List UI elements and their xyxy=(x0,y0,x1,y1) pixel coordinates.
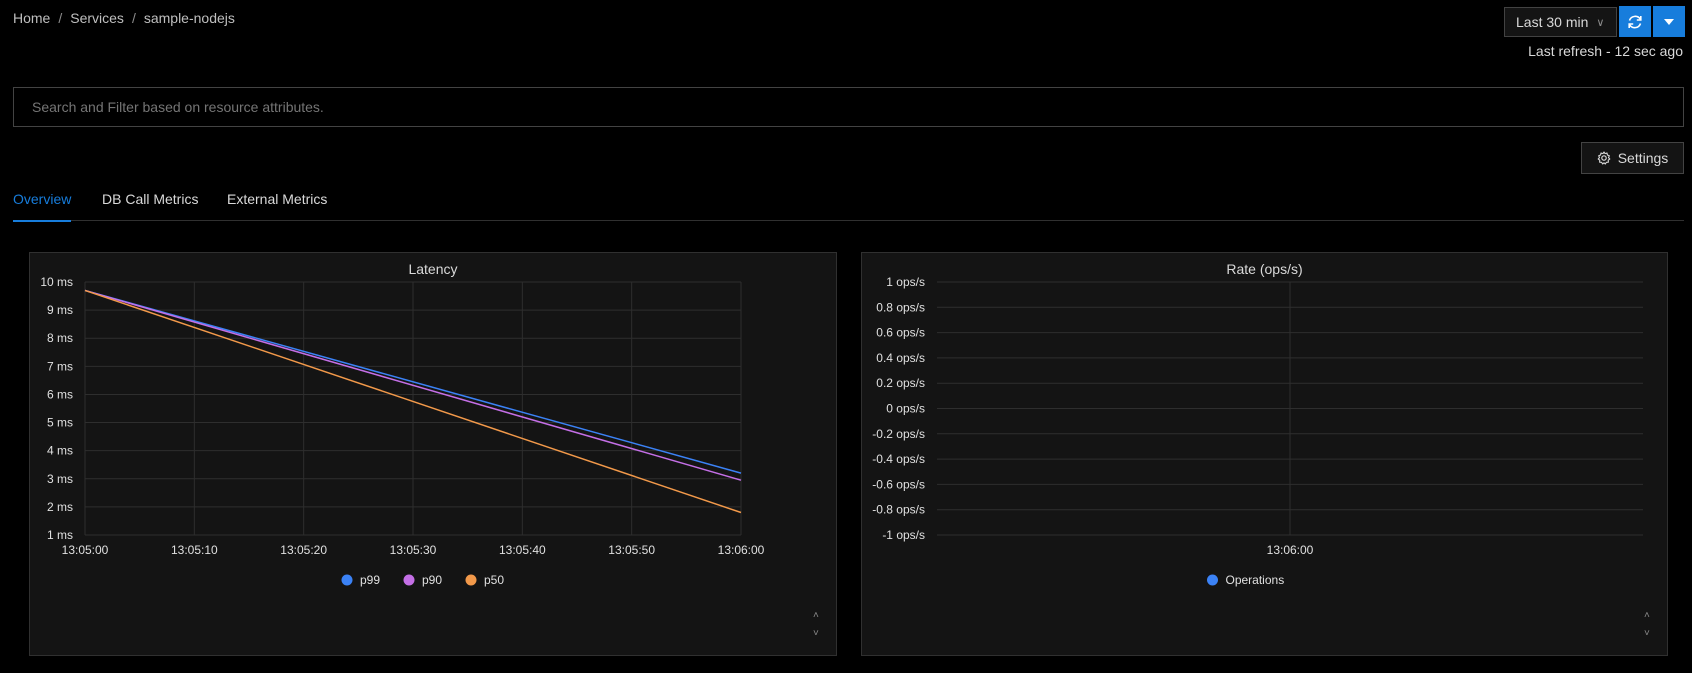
refresh-icon xyxy=(1628,15,1642,28)
breadcrumb-services[interactable]: Services xyxy=(70,10,124,26)
y-tick-label: 5 ms xyxy=(47,416,73,430)
latency-chart: 10 ms 9 ms 8 ms 7 ms 6 ms 5 ms 4 ms 3 ms 2 ms 1 m… xyxy=(40,275,765,587)
y-tick-label: 2 ms xyxy=(47,500,73,514)
legend-marker-p50 xyxy=(465,574,477,586)
chevron-down-icon: ∨ xyxy=(1596,16,1605,29)
latency-panel: Latency 10 ms 9 ms 8 ms 7 ms 6 ms 5 ms 4 ms 3 m… xyxy=(29,252,837,656)
y-tick-label: 0.2 ops/s xyxy=(876,376,925,390)
x-tick-label: 13:05:10 xyxy=(171,543,218,557)
gear-icon xyxy=(1597,151,1611,165)
rate-panel: Rate (ops/s) 1 ops/s 0.8 ops/s 0.6 ops/s 0.… xyxy=(861,252,1668,656)
y-tick-label: -0.6 ops/s xyxy=(872,477,925,491)
y-tick-label: 4 ms xyxy=(47,444,73,458)
y-tick-label: 1 ops/s xyxy=(886,275,925,289)
y-tick-label: 1 ms xyxy=(47,528,73,542)
legend-marker-p90 xyxy=(403,574,415,586)
refresh-options-button[interactable] xyxy=(1653,6,1685,37)
legend-label-p50: p50 xyxy=(484,573,504,587)
y-tick-label: 3 ms xyxy=(47,472,73,486)
x-tick-label: 13:05:40 xyxy=(499,543,546,557)
tab-db-call-metrics[interactable]: DB Call Metrics xyxy=(102,188,198,220)
time-range-select[interactable]: Last 30 min ∨ xyxy=(1504,7,1617,37)
breadcrumb-home[interactable]: Home xyxy=(13,10,50,26)
y-tick-label: 9 ms xyxy=(47,303,73,317)
x-tick-label: 13:06:00 xyxy=(718,543,765,557)
y-tick-label: -0.2 ops/s xyxy=(872,427,925,441)
rate-chart: 1 ops/s 0.8 ops/s 0.6 ops/s 0.4 ops/s 0.2 op… xyxy=(872,275,1643,587)
tab-external-metrics[interactable]: External Metrics xyxy=(227,188,327,220)
breadcrumb-current: sample-nodejs xyxy=(143,10,235,26)
x-tick-label: 13:06:00 xyxy=(1267,543,1314,557)
refresh-button[interactable] xyxy=(1619,6,1651,37)
x-tick-label: 13:05:30 xyxy=(390,543,437,557)
y-tick-label: 6 ms xyxy=(47,387,73,401)
search-input[interactable] xyxy=(13,87,1684,127)
y-tick-label: -0.8 ops/s xyxy=(872,503,925,517)
legend-scroll-arrows[interactable]: ˄ ˅ xyxy=(1644,607,1650,643)
settings-label: Settings xyxy=(1617,150,1669,166)
legend-label-operations: Operations xyxy=(1226,573,1285,587)
caret-down-icon xyxy=(1664,18,1674,25)
legend-label-p90: p90 xyxy=(422,573,442,587)
metrics-tabs: Overview DB Call Metrics External Metric… xyxy=(13,188,1684,222)
settings-button[interactable]: Settings xyxy=(1581,142,1684,174)
y-tick-label: 7 ms xyxy=(47,359,73,373)
y-tick-label: 0.8 ops/s xyxy=(876,300,925,314)
y-tick-label: 0.6 ops/s xyxy=(876,326,925,340)
legend-marker-p99 xyxy=(341,574,353,586)
y-tick-label: -0.4 ops/s xyxy=(872,452,925,466)
y-tick-label: 0.4 ops/s xyxy=(876,351,925,365)
y-tick-label: -1 ops/s xyxy=(882,528,925,542)
x-tick-label: 13:05:20 xyxy=(280,543,327,557)
time-range-value: Last 30 min xyxy=(1516,14,1589,30)
y-tick-label: 8 ms xyxy=(47,331,73,345)
y-tick-label: 0 ops/s xyxy=(886,402,925,416)
legend-marker-operations xyxy=(1207,574,1218,586)
breadcrumb-separator: / xyxy=(58,10,63,26)
y-tick-label: 10 ms xyxy=(40,275,73,289)
legend-scroll-arrows[interactable]: ˄ ˅ xyxy=(813,607,819,643)
x-tick-label: 13:05:00 xyxy=(62,543,109,557)
breadcrumb: Home / Services / sample-nodejs xyxy=(13,10,235,26)
breadcrumb-separator: / xyxy=(131,10,136,26)
legend-label-p99: p99 xyxy=(360,573,380,587)
last-refresh-text: Last refresh - 12 sec ago xyxy=(1528,43,1683,59)
tab-overview[interactable]: Overview xyxy=(13,188,72,222)
x-tick-label: 13:05:50 xyxy=(608,543,655,557)
